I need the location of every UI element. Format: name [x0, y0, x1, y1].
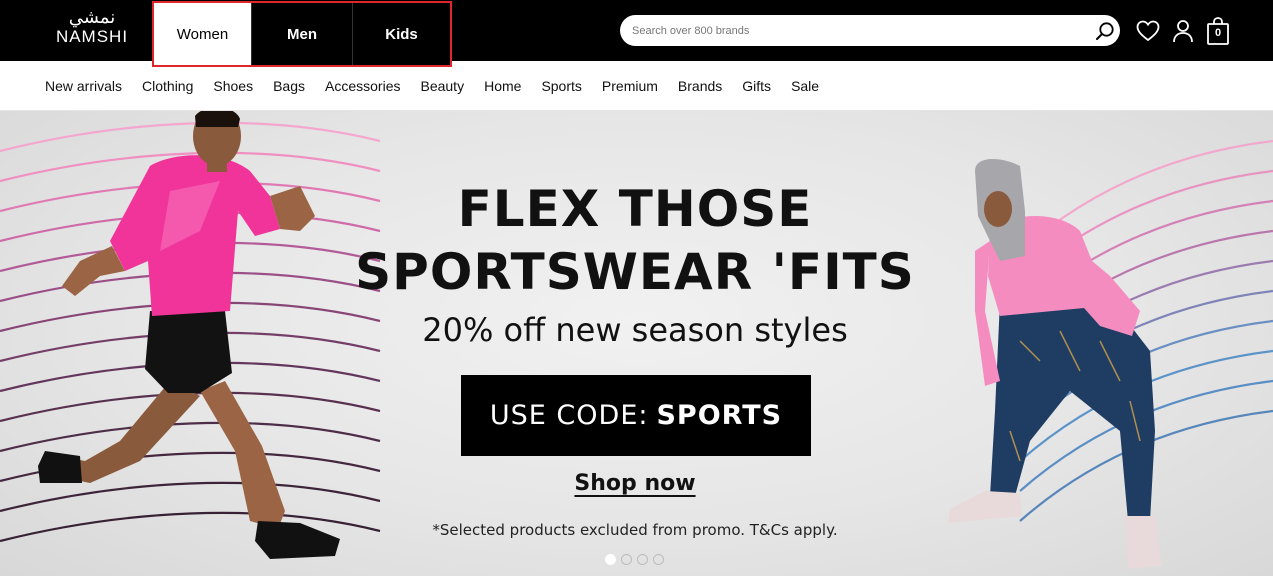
shopping-bag-icon[interactable]: 0	[1204, 16, 1232, 46]
promo-code: SPORTS	[656, 400, 783, 431]
tab-kids[interactable]: Kids	[353, 3, 450, 65]
bag-count-badge: 0	[1214, 27, 1222, 39]
user-icon[interactable]	[1170, 18, 1196, 44]
logo-text: NAMSHI	[55, 27, 129, 46]
promo-code-box[interactable]: USE CODE: SPORTS	[461, 375, 811, 456]
nav-gifts[interactable]: Gifts	[732, 78, 781, 94]
hero-headline-line1: FLEX THOSE	[457, 180, 813, 238]
carousel-dot-1[interactable]	[605, 554, 616, 565]
category-nav: New arrivals Clothing Shoes Bags Accesso…	[0, 61, 1273, 111]
nav-accessories[interactable]: Accessories	[315, 78, 410, 94]
nav-bags[interactable]: Bags	[263, 78, 315, 94]
heart-icon[interactable]	[1135, 18, 1161, 44]
female-athlete-illustration	[948, 159, 1162, 569]
nav-sports[interactable]: Sports	[531, 78, 591, 94]
namshi-logo[interactable]: نمشي NAMSHI	[50, 9, 134, 51]
nav-shoes[interactable]: Shoes	[203, 78, 263, 94]
male-runner-illustration	[38, 111, 340, 559]
carousel-dot-3[interactable]	[637, 554, 648, 565]
promo-code-prefix: USE CODE:	[489, 400, 649, 431]
top-header: نمشي NAMSHI Women Men Kids 0	[0, 0, 1273, 67]
carousel-dots	[605, 554, 664, 565]
nav-premium[interactable]: Premium	[592, 78, 668, 94]
nav-sale[interactable]: Sale	[781, 78, 829, 94]
promo-disclaimer: *Selected products excluded from promo. …	[432, 521, 838, 539]
tab-women[interactable]: Women	[154, 3, 252, 65]
hero-subheadline: 20% off new season styles	[422, 311, 848, 349]
search-icon[interactable]	[1090, 15, 1120, 46]
search-input[interactable]	[620, 15, 1090, 46]
nav-beauty[interactable]: Beauty	[410, 78, 474, 94]
nav-new-arrivals[interactable]: New arrivals	[35, 78, 132, 94]
hero-banner[interactable]: FLEX THOSE SPORTSWEAR 'FITS 20% off new …	[0, 111, 1273, 576]
nav-brands[interactable]: Brands	[668, 78, 732, 94]
carousel-dot-2[interactable]	[621, 554, 632, 565]
search-bar	[620, 15, 1120, 46]
carousel-dot-4[interactable]	[653, 554, 664, 565]
gender-tabs: Women Men Kids	[152, 1, 452, 67]
hero-headline-line2: SPORTSWEAR 'FITS	[355, 243, 915, 301]
nav-home[interactable]: Home	[474, 78, 531, 94]
logo-arabic-text: نمشي	[68, 7, 116, 28]
nav-clothing[interactable]: Clothing	[132, 78, 203, 94]
shop-now-link[interactable]: Shop now	[535, 471, 735, 496]
tab-men[interactable]: Men	[252, 3, 353, 65]
